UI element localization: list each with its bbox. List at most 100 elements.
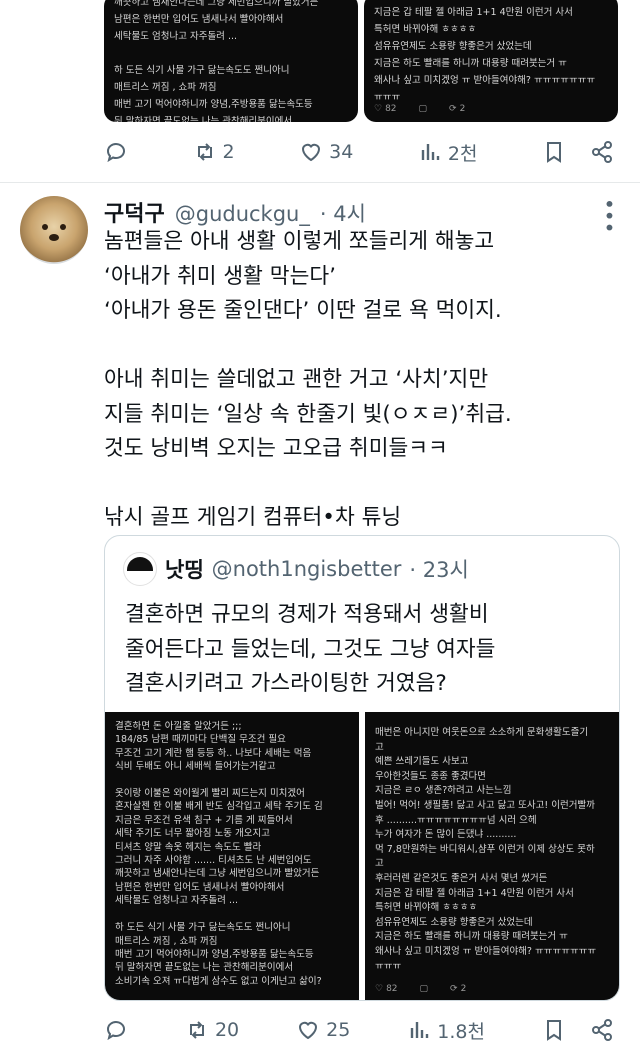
text-line: 깨끗하고 냄새안나는데 그냥 세번입으니까 빨았거든 — [114, 0, 319, 8]
retweet-icon — [189, 1021, 204, 1039]
text-line: 아내 취미는 쓸데없고 괜한 거고 ‘사치’지만 — [104, 367, 489, 392]
pane-like: ♡ 82 — [375, 984, 398, 994]
retweet-count: 20 — [214, 1019, 240, 1041]
text-line: 뒤 말하자면 끝도없는 나는 관찬해리분이에서 — [114, 116, 293, 122]
tweet-header: 구덕구 @guduckgu_ · 4시 — [104, 196, 366, 228]
text-line: ‘아내가 취미 생활 막는다’ — [104, 263, 336, 289]
extra-actions — [542, 1018, 614, 1042]
text-line: 매트리스 꺼짐 , 쇼파 꺼짐 — [115, 935, 218, 947]
views-icon — [411, 1022, 429, 1038]
text-line: 하 도든 식기 사물 가구 닳는속도도 쩐니아니 — [115, 922, 291, 934]
text-line: 후러러렌 같은것도 좋은거 사서 몇년 썼거든 — [375, 872, 548, 884]
text-line: 고 — [375, 741, 384, 753]
text-line: 남편은 한번만 입어도 냄새나서 빨아야해서 — [115, 881, 285, 893]
like-button[interactable]: 34 — [299, 140, 353, 164]
text-line: 184/85 남편 때끼마다 단백질 무조건 필요 — [115, 734, 286, 746]
views-count: 1.8천 — [437, 1020, 485, 1043]
text-line: 혼자살젠 한 이불 배게 반도 심각입고 세탁 주기도 김 — [115, 801, 323, 813]
text-line: 누가 여자가 돈 많이 든댔냐 .......... — [375, 829, 517, 841]
retweet-count: 2 — [222, 141, 235, 163]
text-line: 하 도든 식기 사물 가구 닳는속도도 쩐니아니 — [114, 65, 290, 76]
share-icon[interactable] — [590, 140, 614, 164]
text-line: 결혼하면 규모의 경제가 적용돼서 생활비 — [125, 602, 489, 627]
quote-avatar — [123, 552, 157, 586]
text-line: 낚시 골프 게임기 컴퓨터•차 튜닝 — [104, 505, 402, 530]
text-line: 고 — [375, 858, 384, 870]
avatar[interactable] — [20, 196, 88, 264]
text-line: 특허면 바뀌야해 ㅎㅎㅎㅎ — [375, 902, 478, 914]
retweet-icon — [197, 143, 212, 161]
text-line: 옷이랑 이불은 와이월게 빨리 찌드는지 미치겠어 — [115, 788, 305, 800]
quote-display-name: 낫띵 — [165, 558, 204, 582]
extra-actions — [542, 140, 614, 164]
pane-comment-icon: ▢ — [418, 104, 428, 114]
avatar-eye — [42, 224, 48, 230]
display-name[interactable]: 구덕구 — [104, 196, 165, 228]
views-button[interactable]: 2천 — [418, 139, 478, 166]
quote-timestamp: · 23시 — [409, 558, 469, 582]
text-line: 세탁물도 엄청나고 자주돌려 ... — [115, 895, 238, 907]
quoted-tweet[interactable]: 낫띵 @noth1ngisbetter · 23시 결혼하면 규모의 경제가 적… — [104, 535, 620, 1001]
text-line — [114, 45, 348, 62]
retweet-button[interactable]: 2 — [193, 140, 235, 164]
text-line: ㅠㅠㅠ — [375, 960, 402, 972]
text-line — [104, 329, 624, 364]
top-left-screenshot[interactable]: 깨끗하고 냄새안나는데 그냥 세번입으니까 빨았거든남편은 한번만 입어도 냄새… — [104, 0, 358, 122]
text-line: 매번은 아니지만 여웃돈으로 소소하게 문화생활도즐기 — [375, 727, 589, 738]
avatar-nose — [49, 234, 59, 241]
like-button[interactable]: 25 — [296, 1018, 350, 1042]
text-line: 후 ..........ㅠㅠㅠㅠㅠㅠㅠㅠ넘 시러 으헤 — [375, 814, 537, 826]
text-line: 왜사나 싶고 미치겠엉 ㅠ 받아들여야해? ㅠㅠㅠㅠㅠㅠㅠ — [375, 945, 597, 957]
reply-button[interactable] — [104, 1018, 128, 1042]
quote-body: 결혼하면 규모의 경제가 적용돼서 생활비줄어든다고 들었는데, 그것도 그냥 … — [125, 598, 605, 702]
text-line: 무조건 고기 계란 햄 등등 하.. 나보다 세배는 먹음 — [115, 747, 312, 759]
text-line: 예쁜 쓰레기들도 사보고 — [375, 756, 469, 768]
heart-icon — [299, 1021, 318, 1040]
quote-right-screenshot[interactable]: 매번은 아니지만 여웃돈으로 소소하게 문화생활도즐기 고 예쁜 쓰레기들도 사보고… — [365, 712, 619, 1000]
text-line: 결혼시키려고 가스라이팅한 거였음? — [125, 671, 447, 696]
text-line: 남편은 한번만 입어도 냄새나서 빨아야해서 — [114, 14, 284, 25]
quote-handle: @noth1ngisbetter — [211, 557, 402, 581]
like-count: 25 — [326, 1019, 351, 1041]
text-line: 티셔츠 양말 속옷 헤지는 속도도 빨라 — [115, 841, 262, 853]
text-line — [104, 467, 624, 502]
views-button[interactable]: 1.8천 — [407, 1017, 485, 1044]
quote-header: 낫띵 @noth1ngisbetter · 23시 — [123, 552, 469, 586]
pane-retweet: ⟳ 2 — [449, 104, 466, 114]
text-line: 세탁 주기도 너무 짧아짐 노동 개오지고 — [115, 828, 270, 840]
text-line: 식비 두배도 아니 세배씩 들어가는거같고 — [115, 761, 276, 773]
pane-like: ♡ 82 — [374, 104, 397, 114]
bookmark-icon[interactable] — [542, 1018, 566, 1042]
like-count: 34 — [329, 141, 354, 163]
text-line: 섬유유연제도 소용량 향좋은거 샀었는데 — [374, 41, 532, 52]
text-line: 섬유유연제도 소용량 향좋은거 샀었는데 — [375, 916, 533, 928]
text-line: 결혼하면 돈 아낄줄 알았거든 ;;; — [115, 721, 242, 732]
retweet-button[interactable]: 20 — [185, 1018, 239, 1042]
text-line: 왜사나 싶고 미치겠엉 ㅠ 받아들여야해? ㅠㅠㅠㅠㅠㅠㅠ — [374, 75, 596, 86]
avatar-eye — [60, 224, 66, 230]
views-count: 2천 — [447, 142, 478, 165]
pane-stats: ♡ 82 ▢ ⟳ 2 — [375, 981, 466, 998]
share-icon[interactable] — [590, 1018, 614, 1042]
text-line — [115, 774, 349, 787]
text-line: 줄어든다고 들었는데, 그것도 그냥 여자들 — [125, 636, 496, 662]
handle[interactable]: @guduckgu_ — [175, 202, 310, 226]
text-line: 우아한것들도 종종 좋겼다면 — [375, 770, 486, 782]
heart-icon — [302, 143, 321, 162]
text-line: 소비기속 오져 ㅠ다법게 삼수도 없고 이게넌고 삶이? — [115, 975, 322, 987]
text-line: 지금은 하도 빨래를 하니까 대용량 때려붓는거 ㅠ — [375, 931, 568, 943]
text-line: 깨끗하고 냄새안나는데 그냥 세번입으니까 빨았거든 — [115, 868, 320, 880]
quote-left-screenshot[interactable]: 결혼하면 돈 아낄줄 알았거든 ;;; 184/85 남편 때끼마다 단백질 무조… — [105, 712, 359, 1000]
reply-button[interactable] — [104, 140, 128, 164]
timestamp[interactable]: · 4시 — [320, 198, 366, 228]
text-line: 그러니 자주 사야함 ....... 티셔츠도 난 세번입어도 — [115, 855, 312, 867]
text-line: 지들 취미는 ‘일상 속 한줄기 빛(ㅇㅈㄹ)’취급. — [104, 401, 512, 427]
text-line: 특허면 바뀌야해 ㅎㅎㅎㅎ — [374, 24, 477, 35]
text-line: 지금은 갑 테팔 젤 아래급 1+1 4만원 이런거 사서 — [374, 7, 573, 18]
text-line: 세탁물도 엄청나고 자주돌려 ... — [114, 31, 237, 42]
top-tweet-actions: 2 34 2천 — [104, 132, 614, 172]
bookmark-icon[interactable] — [542, 140, 566, 164]
top-right-screenshot[interactable]: 지금은 갑 테팔 젤 아래급 1+1 4만원 이런거 사서특허면 바뀌야해 ㅎㅎ… — [364, 0, 618, 122]
text-line: 매번 고기 먹어야하니까 양념,주방용품 닳는속도등 — [115, 948, 314, 960]
text-line: 지금은 ㄹㅇ 생존?하려고 사는느낌 — [375, 785, 512, 797]
